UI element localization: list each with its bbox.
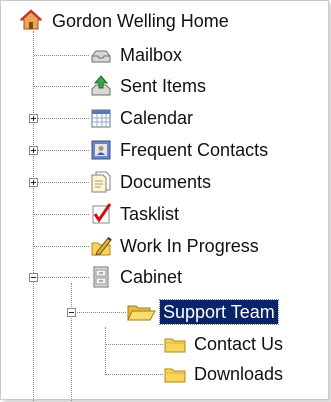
collapse-support-team-button[interactable]	[67, 308, 76, 317]
tree-item-label: Contact Us	[194, 334, 284, 354]
tree-item-calendar[interactable]: Calendar	[89, 104, 196, 132]
tree-item-support-team[interactable]: Support Team	[126, 298, 279, 326]
tree-item-label: Sent Items	[120, 76, 207, 96]
plus-icon	[31, 180, 36, 185]
tree-hline	[34, 55, 89, 56]
tree-item-label: Support Team	[159, 299, 279, 325]
tree-item-label: Documents	[120, 172, 212, 192]
tree-item-label: Cabinet	[120, 267, 183, 287]
tree-hline	[34, 214, 89, 215]
folder-icon	[163, 332, 187, 356]
folder-tree: Gordon Welling Home Mailbox Sent Items C…	[1, 1, 328, 401]
home-icon	[19, 8, 45, 34]
tree-item-label: Tasklist	[120, 204, 180, 224]
tree-hline	[34, 118, 89, 119]
expand-calendar-button[interactable]	[29, 114, 38, 123]
expand-frequent-contacts-button[interactable]	[29, 146, 38, 155]
tree-item-frequent-contacts[interactable]: Frequent Contacts	[89, 136, 271, 164]
tasklist-icon	[89, 202, 113, 226]
tree-hline	[34, 246, 89, 247]
expand-documents-button[interactable]	[29, 178, 38, 187]
tree-hline	[34, 277, 89, 278]
tree-hline	[106, 344, 163, 345]
tree-item-tasklist[interactable]: Tasklist	[89, 200, 182, 228]
tree-hline	[34, 86, 89, 87]
folder-tree-panel: Gordon Welling Home Mailbox Sent Items C…	[0, 0, 329, 401]
tree-item-mailbox[interactable]: Mailbox	[89, 41, 185, 69]
mailbox-icon	[89, 43, 113, 67]
tree-hline	[34, 182, 89, 183]
minus-icon	[31, 277, 36, 278]
folder-icon	[163, 362, 187, 386]
tree-item-work-in-progress[interactable]: Work In Progress	[89, 232, 262, 260]
tree-hline	[34, 150, 89, 151]
tree-item-label: Calendar	[120, 108, 194, 128]
documents-icon	[89, 170, 113, 194]
tree-item-sent-items[interactable]: Sent Items	[89, 72, 209, 100]
tree-hline	[72, 312, 126, 313]
tree-item-label: Mailbox	[120, 45, 183, 65]
tree-item-label: Work In Progress	[120, 236, 259, 256]
calendar-icon	[89, 106, 113, 130]
collapse-cabinet-button[interactable]	[29, 273, 38, 282]
tree-root-item[interactable]: Gordon Welling Home	[19, 7, 232, 35]
tree-line-support-team	[105, 327, 106, 375]
plus-icon	[31, 148, 36, 153]
tree-hline	[106, 374, 163, 375]
plus-icon	[31, 116, 36, 121]
minus-icon	[69, 312, 74, 313]
folder-open-icon	[126, 300, 156, 324]
tree-item-downloads[interactable]: Downloads	[163, 360, 286, 388]
contacts-icon	[89, 138, 113, 162]
sent-items-icon	[89, 74, 113, 98]
tree-item-label: Frequent Contacts	[120, 140, 269, 160]
tree-item-cabinet[interactable]: Cabinet	[89, 263, 185, 291]
work-in-progress-icon	[89, 234, 113, 258]
tree-item-label: Downloads	[194, 364, 284, 384]
cabinet-icon	[89, 265, 113, 289]
tree-line-cabinet	[71, 283, 72, 401]
tree-root-label: Gordon Welling Home	[52, 11, 229, 31]
tree-item-documents[interactable]: Documents	[89, 168, 214, 196]
tree-item-contact-us[interactable]: Contact Us	[163, 330, 286, 358]
